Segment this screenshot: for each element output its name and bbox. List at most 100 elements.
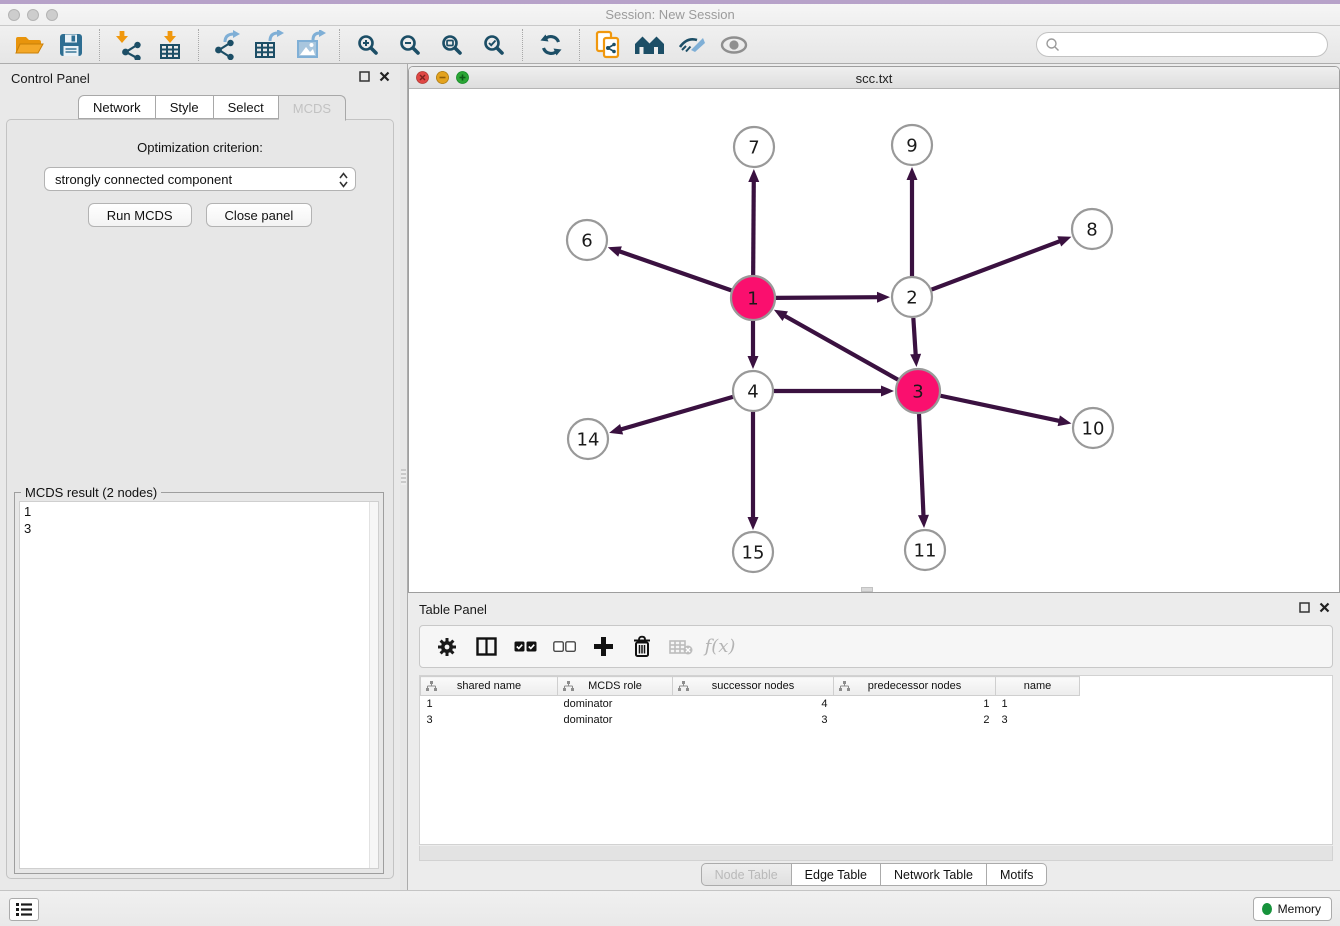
- export-image-button[interactable]: [294, 28, 328, 62]
- column-header-mcds-role[interactable]: MCDS role: [558, 677, 673, 696]
- tab-select[interactable]: Select: [214, 95, 279, 119]
- optimization-criterion-value: strongly connected component: [55, 172, 232, 187]
- graph-node-14[interactable]: 14: [568, 419, 608, 459]
- refresh-button[interactable]: [534, 28, 568, 62]
- tab-network[interactable]: Network: [78, 95, 156, 119]
- graph-edge-2-9[interactable]: [907, 167, 918, 276]
- float-table-panel-icon[interactable]: [1299, 602, 1310, 613]
- panel-splitter[interactable]: [400, 64, 408, 890]
- network-window-titlebar[interactable]: scc.txt: [409, 67, 1339, 89]
- float-panel-icon[interactable]: [359, 71, 370, 82]
- column-header-successor-nodes[interactable]: successor nodes: [673, 677, 834, 696]
- column-header-predecessor-nodes[interactable]: predecessor nodes: [834, 677, 996, 696]
- memory-button[interactable]: Memory: [1253, 897, 1332, 921]
- graph-node-9[interactable]: 9: [892, 125, 932, 165]
- graph-edge-3-10[interactable]: [941, 396, 1072, 426]
- application-window: Session: New Session: [0, 0, 1340, 926]
- search-input[interactable]: [1036, 32, 1328, 57]
- graph-edge-1-2[interactable]: [776, 292, 890, 303]
- add-column-icon: [593, 636, 614, 657]
- splitter-grip-icon: [401, 469, 406, 485]
- delete-table-button[interactable]: [666, 632, 696, 662]
- memory-label: Memory: [1278, 902, 1321, 916]
- zoom-fit-button[interactable]: [435, 28, 469, 62]
- table-row[interactable]: 3 dominator 3 2 3: [421, 712, 1080, 728]
- tab-network-table[interactable]: Network Table: [881, 863, 987, 886]
- split-panel-button[interactable]: [471, 632, 501, 662]
- close-panel-icon[interactable]: [379, 71, 390, 82]
- deselect-all-button[interactable]: [549, 632, 579, 662]
- network-canvas[interactable]: 1 2 3 4 6 7 8 9 10 11 14 15: [409, 89, 1339, 592]
- graph-node-7[interactable]: 7: [734, 127, 774, 167]
- column-header-shared-name[interactable]: shared name: [421, 677, 558, 696]
- close-panel-button[interactable]: Close panel: [206, 203, 313, 227]
- graph-node-8[interactable]: 8: [1072, 209, 1112, 249]
- function-builder-button[interactable]: f(x): [705, 632, 735, 662]
- show-panels-button[interactable]: [9, 898, 39, 921]
- node-table-grid[interactable]: shared name MCDS role successor nodes: [420, 676, 1080, 728]
- optimization-criterion-select[interactable]: strongly connected component: [44, 167, 356, 191]
- delete-column-icon: [631, 635, 653, 658]
- import-table-button[interactable]: [153, 28, 187, 62]
- graph-edge-1-4[interactable]: [748, 321, 759, 369]
- save-icon: [58, 32, 84, 58]
- graph-node-label: 7: [748, 138, 759, 159]
- graph-edge-3-1[interactable]: [774, 310, 898, 380]
- graph-edge-3-11[interactable]: [918, 414, 929, 528]
- zoom-selected-button[interactable]: [477, 28, 511, 62]
- graph-node-6[interactable]: 6: [567, 220, 607, 260]
- main-toolbar: [0, 26, 1340, 64]
- graph-edge-4-14[interactable]: [609, 397, 733, 435]
- import-table-icon: [155, 30, 185, 60]
- graph-node-11[interactable]: 11: [905, 530, 945, 570]
- gear-button[interactable]: [432, 632, 462, 662]
- tab-style[interactable]: Style: [156, 95, 214, 119]
- zoom-in-button[interactable]: [351, 28, 385, 62]
- close-table-panel-icon[interactable]: [1319, 602, 1330, 613]
- graph-edge-4-15[interactable]: [748, 412, 759, 530]
- table-header-row: shared name MCDS role successor nodes: [421, 677, 1080, 696]
- add-column-button[interactable]: [588, 632, 618, 662]
- save-session-button[interactable]: [54, 28, 88, 62]
- table-row[interactable]: 1 dominator 4 1 1: [421, 696, 1080, 712]
- graphics-details-button[interactable]: [675, 28, 709, 62]
- result-scrollbar[interactable]: [369, 502, 378, 868]
- toolbar-separator: [339, 29, 340, 61]
- export-table-button[interactable]: [252, 28, 286, 62]
- graph-edge-2-3[interactable]: [910, 318, 921, 367]
- column-header-name[interactable]: name: [996, 677, 1080, 696]
- graph-node-15[interactable]: 15: [733, 532, 773, 572]
- graph-edge-1-6[interactable]: [608, 246, 732, 290]
- refresh-icon: [539, 33, 563, 57]
- graph-node-label: 6: [581, 231, 592, 252]
- tab-node-table[interactable]: Node Table: [701, 863, 792, 886]
- clone-network-button[interactable]: [591, 28, 625, 62]
- graph-node-4[interactable]: 4: [733, 371, 773, 411]
- graph-edge-4-3[interactable]: [774, 386, 894, 397]
- run-mcds-button[interactable]: Run MCDS: [88, 203, 192, 227]
- mcds-result-list[interactable]: 1 3: [19, 501, 379, 869]
- graph-edge-2-8[interactable]: [932, 236, 1072, 289]
- graph-node-label: 14: [577, 430, 600, 451]
- export-network-button[interactable]: [210, 28, 244, 62]
- first-neighbors-button[interactable]: [633, 28, 667, 62]
- graph-node-2[interactable]: 2: [892, 277, 932, 317]
- graph-node-10[interactable]: 10: [1073, 408, 1113, 448]
- tab-mcds[interactable]: MCDS: [279, 95, 346, 121]
- import-network-button[interactable]: [111, 28, 145, 62]
- graph-node-3[interactable]: 3: [896, 369, 940, 413]
- graph-node-1[interactable]: 1: [731, 276, 775, 320]
- tab-edge-table[interactable]: Edge Table: [792, 863, 881, 886]
- tab-motifs[interactable]: Motifs: [987, 863, 1047, 886]
- graph-node-label: 3: [912, 382, 923, 403]
- table-tabs: Node Table Edge Table Network Table Moti…: [408, 863, 1340, 886]
- titlebar: Session: New Session: [0, 0, 1340, 26]
- open-session-button[interactable]: [12, 28, 46, 62]
- birds-eye-button[interactable]: [717, 28, 751, 62]
- zoom-out-button[interactable]: [393, 28, 427, 62]
- graph-edge-1-7[interactable]: [748, 169, 759, 275]
- deselect-all-icon: [553, 641, 576, 653]
- select-all-button[interactable]: [510, 632, 540, 662]
- canvas-resize-grip[interactable]: [861, 587, 873, 592]
- delete-column-button[interactable]: [627, 632, 657, 662]
